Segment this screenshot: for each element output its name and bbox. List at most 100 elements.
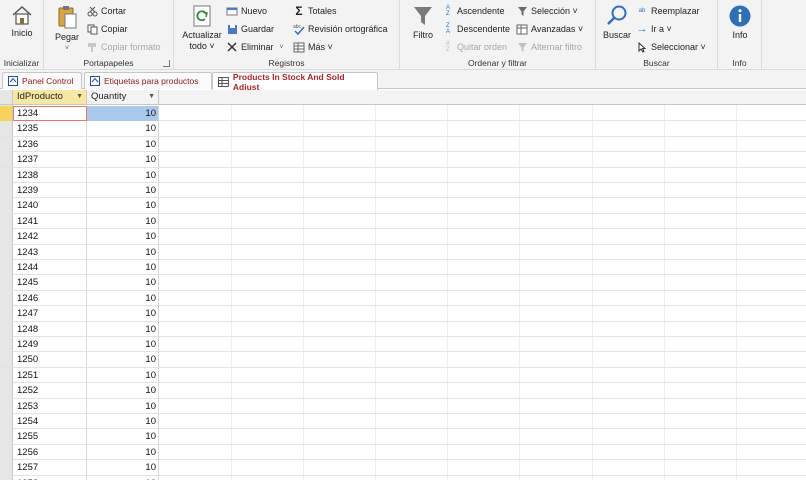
cell-quantity[interactable]: 10 [87,383,159,399]
cell-idproducto[interactable]: 1236 [13,136,87,152]
tab-products-in-stock[interactable]: Products In Stock And Sold Adjust [212,72,378,92]
table-row[interactable]: 1235 10 [0,121,806,137]
cell-idproducto[interactable]: 1240 [13,198,87,214]
reemplazar-button[interactable]: ab Reemplazar [636,4,700,18]
alternar-filtro-button[interactable]: Alternar filtro [516,40,582,54]
cell-idproducto[interactable]: 1243 [13,244,87,260]
cell-idproducto[interactable]: 1244 [13,260,87,275]
column-header-quantity[interactable]: Quantity ▼ [87,90,159,105]
record-selector[interactable] [0,306,13,322]
record-selector[interactable] [0,460,13,476]
cell-idproducto[interactable]: 1250 [13,352,87,368]
cell-quantity[interactable]: 10 [87,460,159,476]
record-selector[interactable] [0,352,13,368]
table-row[interactable]: 1257 10 [0,460,806,476]
table-row[interactable]: 1255 10 [0,429,806,445]
cell-idproducto[interactable]: 1252 [13,383,87,399]
cell-idproducto[interactable]: 1237 [13,152,87,168]
seleccionar-button[interactable]: Seleccionar ˅ [636,40,706,54]
table-row[interactable]: 1241 10 [0,213,806,230]
table-row[interactable]: 1253 10 [0,398,806,414]
cell-idproducto[interactable]: 1248 [13,321,87,337]
cell-idproducto[interactable]: 1251 [13,367,87,383]
cell-quantity[interactable]: 10 [87,414,159,429]
record-selector[interactable] [0,183,13,198]
cell-quantity[interactable]: 10 [87,367,159,383]
copiar-button[interactable]: Copiar [86,22,128,36]
table-row[interactable]: 1240 10 [0,198,806,214]
inicio-button[interactable]: Inicio [4,4,40,39]
select-all-corner[interactable] [0,90,13,105]
table-row[interactable]: 1244 10 [0,260,806,276]
cell-quantity[interactable]: 10 [87,444,159,460]
record-selector[interactable] [0,275,13,291]
cell-quantity[interactable]: 10 [87,475,159,480]
cortar-button[interactable]: Cortar [86,4,126,18]
cell-quantity[interactable]: 10 [87,121,159,137]
record-selector[interactable] [0,398,13,414]
record-selector[interactable] [0,229,13,245]
ir-a-button[interactable]: → Ir a ˅ [636,22,672,36]
cell-quantity[interactable]: 10 [87,290,159,306]
quitar-orden-button[interactable]: AZ Quitar orden [442,40,507,54]
cell-idproducto[interactable]: 1255 [13,429,87,445]
table-row[interactable]: 1237 10 [0,152,806,168]
tab-panel-control[interactable]: Panel Control [2,72,82,89]
cell-idproducto[interactable]: 1241 [13,213,87,229]
pegar-button[interactable]: Pegar ˅ [50,4,84,54]
column-header-idproducto[interactable]: IdProducto ▼ [13,90,87,105]
record-selector[interactable] [0,290,13,306]
record-selector[interactable] [0,260,13,275]
cell-idproducto[interactable]: 1247 [13,306,87,322]
table-row[interactable]: 1250 10 [0,352,806,368]
copiar-formato-button[interactable]: Copiar formato [86,40,161,54]
filtro-button[interactable]: Filtro [406,4,440,41]
cell-quantity[interactable]: 10 [87,152,159,168]
table-row[interactable]: 1252 10 [0,383,806,399]
table-row[interactable]: 1251 10 [0,367,806,384]
cell-quantity[interactable]: 10 [87,229,159,245]
record-selector[interactable] [0,429,13,445]
cell-idproducto[interactable]: 1234 [13,106,87,121]
cell-quantity[interactable]: 10 [87,275,159,291]
cell-idproducto[interactable]: 1235 [13,121,87,137]
record-selector[interactable] [0,121,13,137]
avanzadas-button[interactable]: Avanzadas ˅ [516,22,583,36]
table-row[interactable]: 125810 [0,475,806,480]
record-selector[interactable] [0,244,13,260]
cell-idproducto[interactable]: 1239 [13,183,87,198]
ascendente-button[interactable]: AZ Ascendente [442,4,505,18]
cell-quantity[interactable]: 10 [87,321,159,337]
guardar-button[interactable]: Guardar [226,22,274,36]
record-selector[interactable] [0,106,13,121]
cell-quantity[interactable]: 10 [87,198,159,214]
table-row[interactable]: 1242 10 [0,229,806,245]
table-row[interactable]: 1256 10 [0,444,806,461]
table-row[interactable]: 1254 10 [0,414,806,430]
tab-etiquetas-productos[interactable]: Etiquetas para productos [84,72,212,89]
table-row[interactable]: 1246 10 [0,290,806,307]
table-row[interactable]: 1238 10 [0,167,806,183]
table-row[interactable]: 1234 10 [0,106,806,122]
cell-idproducto[interactable]: 1257 [13,460,87,476]
seleccion-button[interactable]: Selección ˅ [516,4,578,18]
totales-button[interactable]: Σ Totales [293,4,336,18]
info-button[interactable]: Info [722,4,758,41]
cell-quantity[interactable]: 10 [87,337,159,352]
column-dropdown-icon[interactable]: ▼ [148,90,155,104]
table-row[interactable]: 1236 10 [0,136,806,153]
descendente-button[interactable]: ZA Descendente [442,22,510,36]
eliminar-button[interactable]: Eliminar ˅ [226,40,284,54]
record-selector[interactable] [0,444,13,460]
record-selector[interactable] [0,383,13,399]
cell-quantity[interactable]: 10 [87,136,159,152]
column-dropdown-icon[interactable]: ▼ [76,90,83,104]
table-row[interactable]: 1239 10 [0,183,806,199]
record-selector[interactable] [0,136,13,152]
record-selector[interactable] [0,198,13,214]
buscar-button[interactable]: Buscar [600,4,634,41]
cell-quantity[interactable]: 10 [87,260,159,275]
cell-quantity[interactable]: 10 [87,213,159,229]
cell-idproducto[interactable]: 1245 [13,275,87,291]
cell-idproducto[interactable]: 1238 [13,167,87,183]
